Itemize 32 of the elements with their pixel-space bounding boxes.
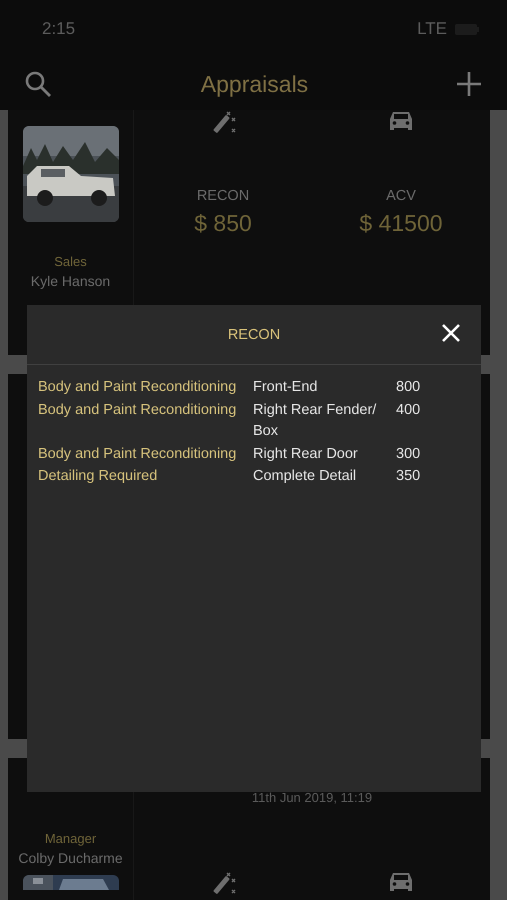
close-icon bbox=[441, 323, 461, 343]
item-cell-text: Right Rear Door bbox=[253, 444, 359, 464]
search-icon bbox=[24, 70, 52, 98]
close-button[interactable] bbox=[441, 323, 461, 343]
car-icon bbox=[388, 871, 414, 893]
person-name: Colby Ducharme bbox=[18, 850, 123, 866]
date-label: 11th Jun 2019, 11:19 bbox=[250, 790, 374, 805]
category-cell-text: Detailing Required bbox=[38, 467, 158, 486]
amount-cell-text: 400 bbox=[396, 400, 422, 420]
category-cell-text: Body and Paint Reconditioning bbox=[38, 378, 238, 397]
role-label: Sales bbox=[54, 254, 87, 269]
screen-title: Appraisals bbox=[200, 70, 308, 98]
status-time: 2:15 bbox=[42, 19, 76, 39]
amount-cell-text: 800 bbox=[396, 378, 422, 397]
item-cell-text: Right Rear Fender/ Box bbox=[253, 400, 378, 441]
amount-cell-text: 300 bbox=[396, 444, 422, 464]
stat-value: $ 850 bbox=[194, 210, 252, 237]
stat-label: RECON bbox=[196, 188, 250, 204]
amount-cell-text: 350 bbox=[396, 467, 422, 486]
search-button[interactable] bbox=[24, 70, 52, 98]
stat-value: $ 41500 bbox=[359, 210, 443, 237]
item-cell-text: Front-End bbox=[253, 378, 318, 397]
category-cell-text: Body and Paint Reconditioning bbox=[38, 444, 238, 464]
role-label: Manager bbox=[44, 831, 96, 846]
category-cell-text: Body and Paint Reconditioning bbox=[38, 400, 238, 420]
add-button[interactable] bbox=[456, 72, 481, 96]
network-label: LTE bbox=[417, 19, 447, 39]
plus-icon bbox=[456, 72, 481, 96]
modal-title: RECON bbox=[228, 326, 280, 342]
person-name: Kyle Hanson bbox=[30, 273, 110, 289]
stat-label: ACV bbox=[386, 188, 416, 204]
item-cell-text: Complete Detail bbox=[253, 467, 358, 486]
